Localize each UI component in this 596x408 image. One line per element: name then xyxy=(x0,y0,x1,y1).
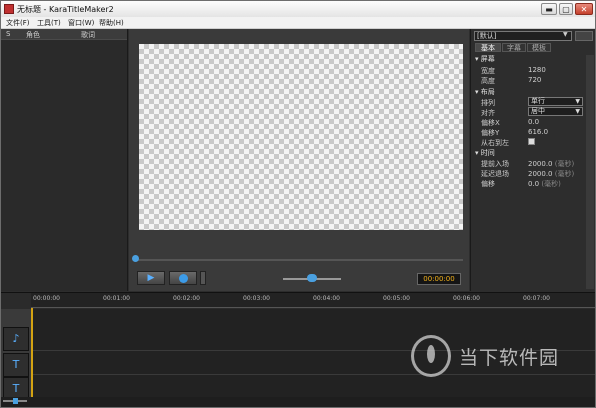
play-icon: ▶ xyxy=(147,273,155,283)
lyrics-table-header: S 角色 歌词 xyxy=(1,29,127,40)
fade-out-value[interactable]: 2000.0 (毫秒) xyxy=(528,169,574,179)
record-button[interactable] xyxy=(169,271,197,285)
height-value[interactable]: 720 xyxy=(528,76,541,84)
track-headers: ♪ T T xyxy=(1,309,31,401)
section-timing[interactable]: ▾ 时间 xyxy=(475,148,495,158)
tick-label: 00:00:00 xyxy=(33,295,60,302)
column-s[interactable]: S xyxy=(6,30,10,38)
column-lyrics[interactable]: 歌词 xyxy=(81,30,95,40)
rtl-checkbox[interactable] xyxy=(528,138,535,145)
seek-bar[interactable] xyxy=(133,259,463,261)
app-icon xyxy=(4,4,14,14)
play-button[interactable]: ▶ xyxy=(137,271,165,285)
fade-in-value[interactable]: 2000.0 (毫秒) xyxy=(528,159,574,169)
app-window: 无标题 - KaraTitleMaker2 ▬ ▢ ✕ 文件(F) 工具(T) … xyxy=(0,0,596,408)
tab-template[interactable]: 模板 xyxy=(527,43,551,52)
rtl-label: 从右到左 xyxy=(481,139,509,147)
tick-label: 00:01:00 xyxy=(103,295,130,302)
width-label: 宽度 xyxy=(481,67,495,75)
align-label: 对齐 xyxy=(481,109,495,117)
window-title: 无标题 - KaraTitleMaker2 xyxy=(17,5,114,14)
control-separator xyxy=(200,271,206,285)
preview-canvas[interactable] xyxy=(139,44,463,230)
width-value[interactable]: 1280 xyxy=(528,66,546,74)
properties-panel: [默认] ▼ 基本 字幕 模板 ▾ 屏幕 宽度 1280 高度 720 ▾ 布局… xyxy=(470,29,595,291)
maximize-button[interactable]: ▢ xyxy=(559,3,573,15)
chevron-down-icon: ▼ xyxy=(575,108,580,115)
section-screen[interactable]: ▾ 屏幕 xyxy=(475,54,495,64)
menu-window[interactable]: 窗口(W) xyxy=(68,18,94,28)
zoom-handle[interactable] xyxy=(13,398,18,404)
text-track-icon[interactable]: T xyxy=(3,353,29,377)
tick-label: 00:07:00 xyxy=(523,295,550,302)
chevron-down-icon: ▼ xyxy=(575,98,580,105)
tick-label: 00:03:00 xyxy=(243,295,270,302)
menu-help[interactable]: 帮助(H) xyxy=(99,18,124,28)
watermark-text: 当下软件园 xyxy=(459,347,560,369)
fade-in-label: 提前入场 xyxy=(481,160,509,168)
properties-scrollbar[interactable] xyxy=(586,55,594,289)
tab-basic[interactable]: 基本 xyxy=(475,43,501,52)
menu-file[interactable]: 文件(F) xyxy=(6,18,30,28)
title-bar: 无标题 - KaraTitleMaker2 ▬ ▢ ✕ xyxy=(1,1,595,17)
tick-label: 00:06:00 xyxy=(453,295,480,302)
close-button[interactable]: ✕ xyxy=(575,3,593,15)
lyrics-panel: S 角色 歌词 xyxy=(1,29,128,291)
fade-out-label: 延迟退场 xyxy=(481,170,509,178)
tick-label: 00:02:00 xyxy=(173,295,200,302)
preset-select[interactable]: [默认] xyxy=(474,31,572,41)
watermark-logo xyxy=(411,335,451,377)
track-divider xyxy=(31,374,595,375)
timing-offset-label: 偏移 xyxy=(481,180,495,188)
section-layout[interactable]: ▾ 布局 xyxy=(475,87,495,97)
align-select[interactable]: 居中 ▼ xyxy=(528,107,583,116)
offset-y-label: 偏移Y xyxy=(481,129,500,137)
offset-y-value[interactable]: 616.0 xyxy=(528,128,548,136)
seek-handle[interactable] xyxy=(132,255,139,262)
offset-x-value[interactable]: 0.0 xyxy=(528,118,539,126)
minimize-button[interactable]: ▬ xyxy=(541,3,557,15)
timecode-display: 00:00:00 xyxy=(417,273,461,285)
panel-menu-button[interactable] xyxy=(575,31,593,41)
tick-label: 00:05:00 xyxy=(383,295,410,302)
arrange-select[interactable]: 单行 ▼ xyxy=(528,97,583,106)
timing-offset-value[interactable]: 0.0 (毫秒) xyxy=(528,179,561,189)
playhead-line[interactable] xyxy=(31,308,33,400)
timeline-scrollbar[interactable] xyxy=(1,397,595,407)
tab-subtitle[interactable]: 字幕 xyxy=(502,43,526,52)
tick-label: 00:04:00 xyxy=(313,295,340,302)
column-role[interactable]: 角色 xyxy=(26,30,40,40)
volume-handle[interactable] xyxy=(307,274,317,282)
music-track-icon[interactable]: ♪ xyxy=(3,327,29,351)
record-icon xyxy=(179,274,188,283)
menu-tools[interactable]: 工具(T) xyxy=(37,18,61,28)
chevron-down-icon: ▼ xyxy=(563,31,568,38)
offset-x-label: 偏移X xyxy=(481,119,500,127)
height-label: 高度 xyxy=(481,77,495,85)
menu-bar: 文件(F) 工具(T) 窗口(W) 帮助(H) xyxy=(1,17,595,29)
preview-area: ▶ 00:00:00 xyxy=(129,29,469,291)
arrange-label: 排列 xyxy=(481,99,495,107)
time-ruler[interactable]: 00:00:00 00:01:00 00:02:00 00:03:00 00:0… xyxy=(31,293,595,308)
